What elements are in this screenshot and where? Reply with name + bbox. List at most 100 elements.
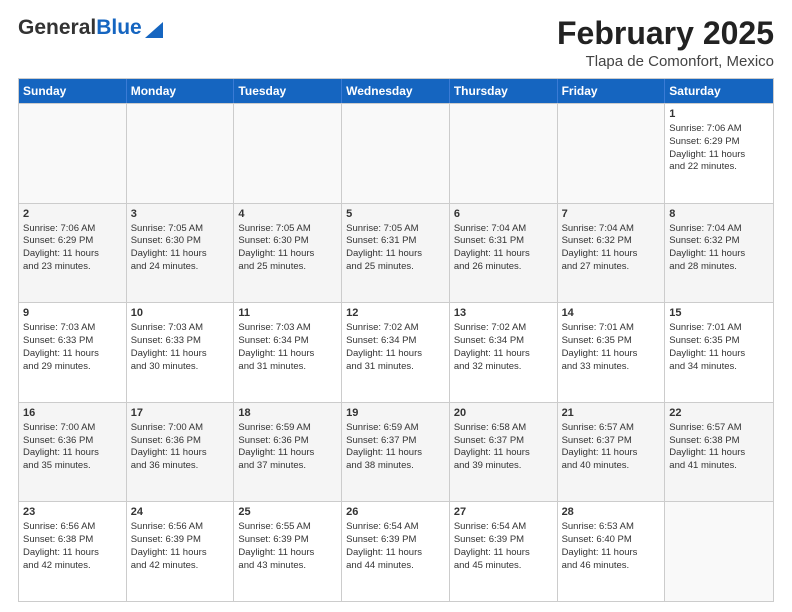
day-info: Sunrise: 7:02 AM [346,322,445,335]
day-info: Daylight: 11 hours [669,248,769,261]
day-info: and 30 minutes. [131,361,230,374]
day-info: Sunrise: 7:04 AM [454,223,553,236]
day-info: and 38 minutes. [346,460,445,473]
calendar-header: SundayMondayTuesdayWednesdayThursdayFrid… [19,79,773,103]
day-info: Sunset: 6:37 PM [454,435,553,448]
day-number: 11 [238,306,337,321]
day-number: 4 [238,207,337,222]
day-number: 21 [562,406,661,421]
day-number: 15 [669,306,769,321]
day-info: Daylight: 11 hours [131,447,230,460]
day-info: Sunrise: 6:55 AM [238,521,337,534]
day-number: 9 [23,306,122,321]
day-info: Sunset: 6:31 PM [346,235,445,248]
day-cell-18: 18Sunrise: 6:59 AMSunset: 6:36 PMDayligh… [234,403,342,502]
day-info: Daylight: 11 hours [131,348,230,361]
day-info: Sunrise: 7:03 AM [131,322,230,335]
day-cell-13: 13Sunrise: 7:02 AMSunset: 6:34 PMDayligh… [450,303,558,402]
day-number: 24 [131,505,230,520]
day-info: and 23 minutes. [23,261,122,274]
day-number: 2 [23,207,122,222]
day-info: Daylight: 11 hours [238,248,337,261]
day-number: 14 [562,306,661,321]
logo-general: General [18,16,96,40]
day-info: Sunrise: 6:56 AM [131,521,230,534]
weekday-header-sunday: Sunday [19,79,127,103]
day-cell-21: 21Sunrise: 6:57 AMSunset: 6:37 PMDayligh… [558,403,666,502]
day-info: Daylight: 11 hours [346,547,445,560]
day-info: Sunrise: 7:05 AM [346,223,445,236]
day-number: 12 [346,306,445,321]
day-info: Sunrise: 6:54 AM [454,521,553,534]
day-info: and 46 minutes. [562,560,661,573]
day-cell-5: 5Sunrise: 7:05 AMSunset: 6:31 PMDaylight… [342,204,450,303]
day-info: Sunrise: 6:54 AM [346,521,445,534]
day-info: Sunrise: 7:00 AM [131,422,230,435]
day-info: Sunset: 6:40 PM [562,534,661,547]
day-number: 8 [669,207,769,222]
day-info: Sunrise: 7:04 AM [669,223,769,236]
day-info: Sunrise: 6:58 AM [454,422,553,435]
day-cell-empty-0-4 [450,104,558,203]
day-info: Sunrise: 6:57 AM [562,422,661,435]
day-cell-19: 19Sunrise: 6:59 AMSunset: 6:37 PMDayligh… [342,403,450,502]
day-info: Sunset: 6:32 PM [669,235,769,248]
day-info: Sunset: 6:37 PM [346,435,445,448]
day-info: Daylight: 11 hours [23,447,122,460]
weekday-header-monday: Monday [127,79,235,103]
day-info: Sunset: 6:39 PM [131,534,230,547]
day-info: Daylight: 11 hours [238,547,337,560]
day-info: Daylight: 11 hours [238,348,337,361]
day-info: Sunset: 6:34 PM [454,335,553,348]
location: Tlapa de Comonfort, Mexico [557,53,774,70]
day-info: Daylight: 11 hours [454,348,553,361]
day-cell-6: 6Sunrise: 7:04 AMSunset: 6:31 PMDaylight… [450,204,558,303]
weekday-header-friday: Friday [558,79,666,103]
day-info: Sunrise: 7:04 AM [562,223,661,236]
day-info: Sunrise: 7:06 AM [669,123,769,136]
day-number: 18 [238,406,337,421]
day-info: Sunset: 6:31 PM [454,235,553,248]
day-cell-8: 8Sunrise: 7:04 AMSunset: 6:32 PMDaylight… [665,204,773,303]
day-info: Sunset: 6:39 PM [238,534,337,547]
day-info: Daylight: 11 hours [346,348,445,361]
day-info: Sunrise: 6:56 AM [23,521,122,534]
weekday-header-wednesday: Wednesday [342,79,450,103]
day-info: Sunset: 6:37 PM [562,435,661,448]
day-number: 7 [562,207,661,222]
day-number: 5 [346,207,445,222]
day-cell-25: 25Sunrise: 6:55 AMSunset: 6:39 PMDayligh… [234,502,342,601]
day-number: 13 [454,306,553,321]
day-info: Sunrise: 7:05 AM [131,223,230,236]
day-cell-28: 28Sunrise: 6:53 AMSunset: 6:40 PMDayligh… [558,502,666,601]
day-number: 3 [131,207,230,222]
day-info: Sunrise: 7:03 AM [238,322,337,335]
day-info: Sunrise: 7:02 AM [454,322,553,335]
day-info: Sunset: 6:33 PM [131,335,230,348]
day-info: Sunset: 6:32 PM [562,235,661,248]
day-cell-3: 3Sunrise: 7:05 AMSunset: 6:30 PMDaylight… [127,204,235,303]
day-info: Sunrise: 6:53 AM [562,521,661,534]
day-info: Sunrise: 7:01 AM [562,322,661,335]
day-info: Sunset: 6:35 PM [562,335,661,348]
day-cell-2: 2Sunrise: 7:06 AMSunset: 6:29 PMDaylight… [19,204,127,303]
day-info: Sunset: 6:30 PM [131,235,230,248]
day-cell-27: 27Sunrise: 6:54 AMSunset: 6:39 PMDayligh… [450,502,558,601]
day-info: Daylight: 11 hours [23,348,122,361]
day-info: Sunset: 6:34 PM [238,335,337,348]
day-cell-26: 26Sunrise: 6:54 AMSunset: 6:39 PMDayligh… [342,502,450,601]
day-info: Daylight: 11 hours [131,547,230,560]
weekday-header-thursday: Thursday [450,79,558,103]
day-info: and 34 minutes. [669,361,769,374]
calendar-row-2: 2Sunrise: 7:06 AMSunset: 6:29 PMDaylight… [19,203,773,303]
calendar-body: 1Sunrise: 7:06 AMSunset: 6:29 PMDaylight… [19,103,773,601]
day-number: 25 [238,505,337,520]
day-info: Daylight: 11 hours [346,447,445,460]
day-info: and 32 minutes. [454,361,553,374]
day-cell-7: 7Sunrise: 7:04 AMSunset: 6:32 PMDaylight… [558,204,666,303]
logo: General Blue [18,16,163,40]
day-cell-14: 14Sunrise: 7:01 AMSunset: 6:35 PMDayligh… [558,303,666,402]
day-cell-22: 22Sunrise: 6:57 AMSunset: 6:38 PMDayligh… [665,403,773,502]
day-info: Sunset: 6:36 PM [23,435,122,448]
calendar-row-1: 1Sunrise: 7:06 AMSunset: 6:29 PMDaylight… [19,103,773,203]
